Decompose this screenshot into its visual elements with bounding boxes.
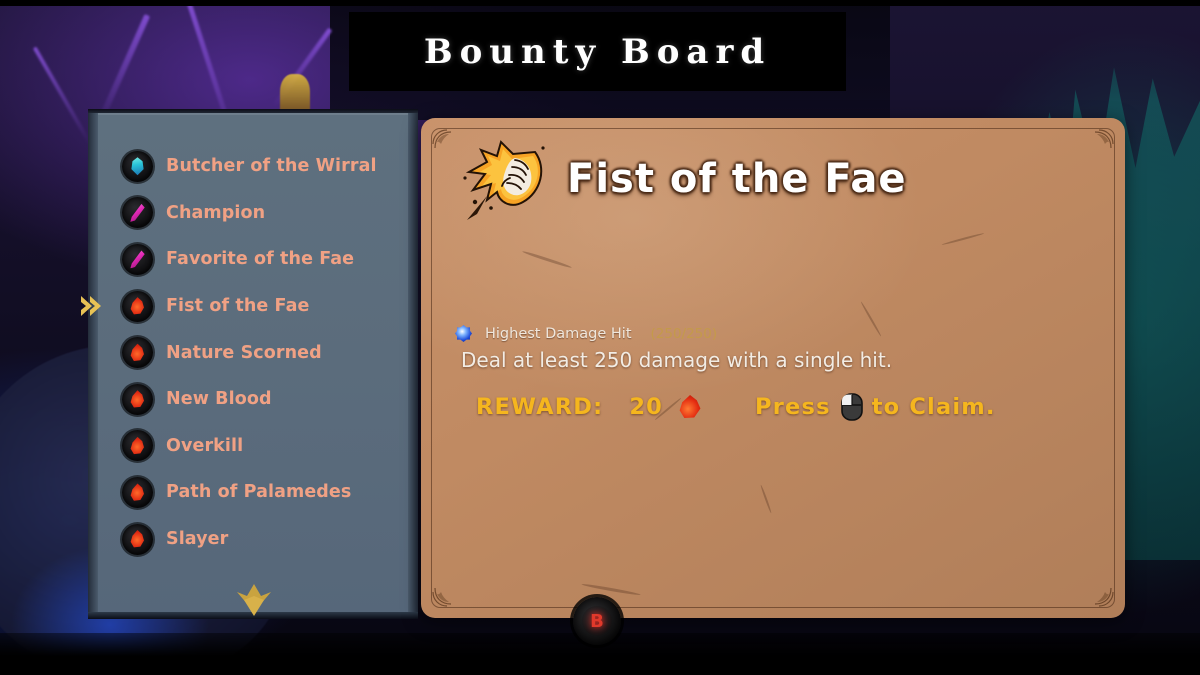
bounty-list-item-label: Champion xyxy=(166,202,266,223)
bounty-list-item[interactable]: Slayer xyxy=(102,516,404,563)
objective-row: Highest Damage Hit (250/250) xyxy=(455,325,717,342)
objective-label: Highest Damage Hit xyxy=(485,325,632,342)
bounty-list-item[interactable]: New Blood xyxy=(102,376,404,423)
blade-gem-icon-glyph xyxy=(130,203,145,222)
ember-icon xyxy=(679,395,701,419)
corner-flourish-icon xyxy=(1081,128,1115,162)
bounty-list-item-label: Slayer xyxy=(166,529,229,550)
chevron-down-icon[interactable] xyxy=(231,582,277,622)
objective-progress: (250/250) xyxy=(650,325,718,342)
detail-title: Fist of the Fae xyxy=(567,156,907,202)
paper-scuff xyxy=(581,582,641,597)
bounty-list-item[interactable]: Overkill xyxy=(102,423,404,470)
blade-gem-icon xyxy=(122,243,153,275)
corner-flourish-icon xyxy=(431,574,465,608)
bounty-list-item[interactable]: Favorite of the Fae xyxy=(102,236,404,283)
back-button[interactable]: B xyxy=(573,597,621,645)
flame-gem-icon xyxy=(122,337,153,369)
bounty-list-item-label: Butcher of the Wirral xyxy=(166,156,377,177)
detail-header: Fist of the Fae xyxy=(457,138,906,220)
bounty-list-item-label: Fist of the Fae xyxy=(166,296,310,317)
flame-gem-icon xyxy=(122,476,153,508)
crystal-gem-icon xyxy=(122,150,153,182)
flame-gem-icon xyxy=(122,290,153,322)
flame-gem-icon xyxy=(122,523,153,555)
mouse-left-click-icon[interactable] xyxy=(840,393,863,421)
detail-description: Deal at least 250 damage with a single h… xyxy=(461,348,893,372)
flame-gem-icon xyxy=(122,430,153,462)
flame-gem-icon-glyph xyxy=(130,390,144,408)
back-button-label: B xyxy=(590,610,604,632)
letterbox-top xyxy=(0,0,1200,6)
bounty-list-item-label: Favorite of the Fae xyxy=(166,249,355,270)
bounty-list-panel: Butcher of the Wirral Champion Favorite of… xyxy=(81,113,418,618)
blade-gem-icon-glyph xyxy=(130,250,145,269)
flame-gem-icon-glyph xyxy=(130,436,144,455)
reward-amount: 20 xyxy=(629,394,664,420)
bounty-list-item-label: Nature Scorned xyxy=(166,342,322,363)
paper-scuff xyxy=(521,250,573,269)
bounty-list-item[interactable]: Champion xyxy=(102,190,404,237)
bounty-board-screen: Bounty Board Butcher of the Wirral Champi… xyxy=(0,0,1200,675)
crystal-gem-icon-glyph xyxy=(131,157,144,176)
bounty-list-item[interactable]: Path of Palamedes xyxy=(102,469,404,516)
flame-gem-icon-glyph xyxy=(130,297,144,315)
bounty-list[interactable]: Butcher of the Wirral Champion Favorite of… xyxy=(81,143,404,563)
page-title: Bounty Board xyxy=(423,31,772,72)
blue-gem-icon xyxy=(455,325,472,342)
paper-scuff xyxy=(941,232,985,246)
bounty-list-item-label: Path of Palamedes xyxy=(166,482,352,503)
press-text: Press xyxy=(755,394,831,420)
bounty-list-item-label: New Blood xyxy=(166,389,272,410)
corner-flourish-icon xyxy=(1081,574,1115,608)
back-button-inner: B xyxy=(582,606,612,636)
flame-gem-icon-glyph xyxy=(130,343,144,361)
background-crystal xyxy=(32,46,92,144)
flaming-fist-icon xyxy=(457,138,553,220)
bounty-detail-panel: Fist of the Fae Deal at least 250 damage… xyxy=(421,118,1125,618)
bounty-list-item[interactable]: Nature Scorned xyxy=(102,329,404,376)
claim-text: to Claim. xyxy=(871,394,996,420)
bounty-list-item-label: Overkill xyxy=(166,435,244,456)
paper-scuff xyxy=(860,301,882,337)
flame-gem-icon-glyph xyxy=(130,483,144,501)
reward-line: REWARD: 20 Press to Claim. xyxy=(476,393,996,421)
paper-scuff xyxy=(759,484,773,514)
flame-gem-icon-glyph xyxy=(130,530,144,548)
bounty-list-item[interactable]: Fist of the Fae xyxy=(81,283,404,330)
selection-cursor-icon xyxy=(79,293,105,319)
title-banner: Bounty Board xyxy=(349,12,846,91)
flame-gem-icon xyxy=(122,383,153,415)
bounty-list-item[interactable]: Butcher of the Wirral xyxy=(102,143,404,190)
blade-gem-icon xyxy=(122,197,153,229)
reward-label: REWARD: xyxy=(476,394,604,420)
